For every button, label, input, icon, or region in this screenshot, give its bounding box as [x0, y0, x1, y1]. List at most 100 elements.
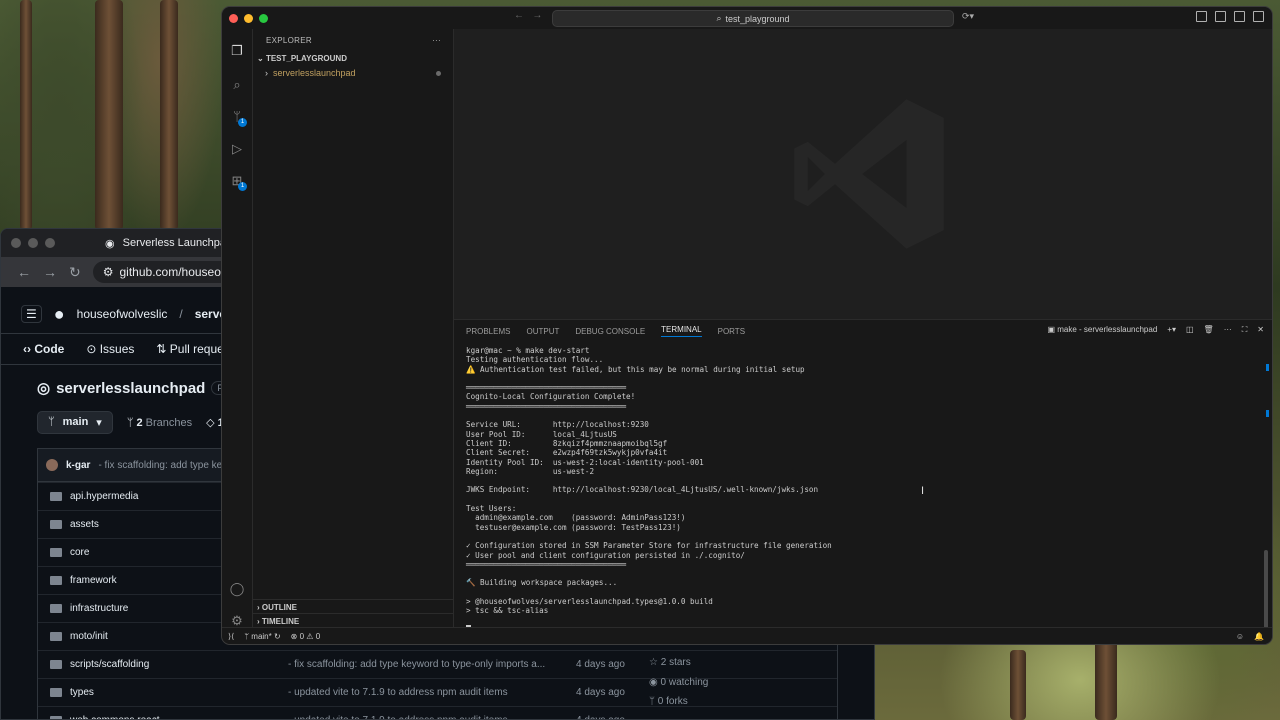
workspace-folder[interactable]: ⌄ TEST_PLAYGROUND [253, 51, 453, 65]
customize-layout-icon[interactable] [1253, 11, 1264, 22]
folder-serverlesslaunchpad[interactable]: › serverlesslaunchpad [253, 65, 453, 81]
stars-link[interactable]: ☆ 2 stars [649, 653, 708, 673]
timeline-section[interactable]: › TIMELINE [253, 613, 453, 628]
tab-code[interactable]: ‹› Code [23, 342, 64, 356]
hamburger-menu-icon[interactable]: ☰ [21, 305, 42, 323]
terminal-line: ✓ Configuration stored in SSM Parameter … [466, 541, 832, 551]
status-bar: ⟩⟨ ᛘ main* ↻ ⊗ 0 ⚠ 0 ☺ 🔔 [222, 627, 1272, 644]
vscode-window-controls [222, 13, 278, 23]
close-panel-icon[interactable]: ✕ [1257, 325, 1264, 335]
minimize-window-button[interactable] [28, 238, 38, 248]
editor-area[interactable] [454, 29, 1272, 319]
source-control-icon[interactable]: ᛘ1 [229, 109, 247, 127]
toggle-panel-icon[interactable] [1215, 11, 1226, 22]
github-logo-icon[interactable]: ● [54, 304, 65, 325]
chevron-right-icon: › [265, 68, 273, 78]
file-name[interactable]: web.commons.react [70, 715, 290, 719]
terminal-line: Region: us-west-2 [466, 466, 595, 476]
close-window-button[interactable] [229, 13, 238, 23]
file-commit-date: 4 days ago [576, 687, 625, 698]
file-row[interactable]: scripts/scaffolding - fix scaffolding: ad… [38, 650, 837, 678]
modified-dot-icon [436, 70, 441, 76]
breadcrumb-separator: / [179, 307, 183, 321]
site-info-icon[interactable]: ⚙ [103, 265, 114, 279]
trash-icon[interactable]: 🗑 [1204, 325, 1214, 335]
file-row[interactable]: types - updated vite to 7.1.9 to address … [38, 678, 837, 706]
more-actions-icon[interactable]: ··· [432, 36, 441, 45]
forks-link[interactable]: ᛘ 0 forks [649, 692, 708, 712]
repo-title-text[interactable]: serverlesslaunchpad [56, 380, 205, 397]
more-actions-icon[interactable]: ··· [1224, 325, 1232, 335]
tab-debug-console[interactable]: DEBUG CONSOLE [575, 327, 645, 336]
terminal-line: Client Secret: e2wzp4f69tzk5wykjp0vfa4it [466, 448, 668, 458]
terminal-line: Service URL: http://localhost:9230 [466, 420, 649, 430]
split-terminal-icon[interactable]: ◫ [1186, 325, 1194, 335]
copilot-icon[interactable]: ⟳▾ [962, 11, 974, 22]
new-terminal-icon[interactable]: +▾ [1167, 325, 1176, 335]
folder-icon [50, 660, 62, 669]
terminal-line: Client ID: 8zkqizf4pmmznaapmoibql5gf [466, 438, 668, 448]
tab-terminal[interactable]: TERMINAL [661, 325, 702, 337]
terminal-output[interactable]: kgar@mac ~ % make dev-start Testing authe… [466, 346, 1252, 633]
vscode-watermark-icon [794, 99, 944, 249]
reload-icon[interactable]: ↻ [69, 264, 81, 281]
folder-icon [50, 604, 62, 613]
remote-icon[interactable]: ⟩⟨ [228, 632, 234, 641]
tab-output[interactable]: OUTPUT [526, 327, 559, 336]
forward-arrow-icon[interactable]: → [532, 10, 542, 21]
close-window-button[interactable] [11, 238, 21, 248]
repo-owner-link[interactable]: houseofwolveslic [77, 307, 168, 321]
commit-author[interactable]: k-gar [66, 460, 90, 471]
zoom-window-button[interactable] [259, 13, 268, 23]
accounts-icon[interactable]: ◯ [229, 581, 245, 597]
search-icon[interactable]: ⌕ [229, 77, 245, 93]
scrollbar-marker [1266, 364, 1269, 371]
file-commit-message[interactable]: - fix scaffolding: add type keyword to t… [288, 659, 545, 670]
scm-badge: 1 [238, 118, 247, 127]
forward-arrow-icon[interactable]: → [43, 264, 57, 280]
tab-ports[interactable]: PORTS [718, 327, 745, 336]
file-name[interactable]: types [70, 687, 290, 698]
back-arrow-icon[interactable]: ← [17, 264, 31, 280]
terminal-line: ✓ User pool and client configuration per… [466, 550, 745, 560]
toggle-secondary-sidebar-icon[interactable] [1234, 11, 1245, 22]
command-center-search[interactable]: ⌕ test_playground [552, 10, 954, 27]
terminal-scrollbar[interactable] [1264, 550, 1268, 630]
minimize-window-button[interactable] [244, 13, 253, 23]
browser-window-controls [1, 238, 65, 248]
extensions-icon[interactable]: ⊞ 1 [229, 173, 247, 191]
explorer-title: EXPLORER [266, 35, 312, 45]
branch-status[interactable]: ᛘ main* ↻ [244, 632, 280, 641]
repo-avatar-icon: ◎ [37, 380, 51, 397]
problems-status[interactable]: ⊗ 0 ⚠ 0 [291, 632, 320, 641]
file-name[interactable]: scripts/scaffolding [70, 659, 290, 670]
branch-icon: ᛘ [48, 416, 55, 428]
copilot-status-icon[interactable]: ☺ [1236, 632, 1244, 641]
file-row[interactable]: web.commons.react- updated vite to 7.1.9… [38, 706, 837, 719]
outline-section[interactable]: › OUTLINE [253, 599, 453, 614]
file-commit-message[interactable]: - updated vite to 7.1.9 to address npm a… [288, 715, 508, 719]
terminal-instance[interactable]: ▣ make - serverlesslaunchpad [1047, 325, 1157, 335]
avatar [46, 459, 58, 471]
commit-message[interactable]: - fix scaffolding: add type key [98, 460, 227, 471]
zoom-window-button[interactable] [45, 238, 55, 248]
run-debug-icon[interactable]: ▷ [229, 141, 245, 157]
back-arrow-icon[interactable]: ← [514, 10, 524, 21]
toggle-primary-sidebar-icon[interactable] [1196, 11, 1207, 22]
tab-problems[interactable]: PROBLEMS [466, 327, 510, 336]
branch-selector[interactable]: ᛘ main ▾ [37, 411, 113, 434]
watching-link[interactable]: ◉ 0 watching [649, 673, 708, 693]
file-commit-message[interactable]: - updated vite to 7.1.9 to address npm a… [288, 687, 508, 698]
notifications-bell-icon[interactable]: 🔔 [1254, 632, 1264, 641]
terminal-line: JWKS Endpoint: http://localhost:9230/loc… [466, 485, 819, 495]
explorer-header: EXPLORER ··· [253, 29, 453, 51]
vscode-window: ← → ⌕ test_playground ⟳▾ ❐ ⌕ ᛘ1 ▷ ⊞ 1 ◯ ⚙… [221, 6, 1273, 645]
explorer-icon[interactable]: ❐ [229, 43, 245, 59]
branches-link[interactable]: ᛘ 2 Branches [127, 417, 192, 429]
workspace-name: TEST_PLAYGROUND [265, 53, 347, 63]
tab-issues[interactable]: ⊙ Issues [86, 342, 134, 356]
maximize-panel-icon[interactable]: ⛶ [1242, 325, 1248, 335]
